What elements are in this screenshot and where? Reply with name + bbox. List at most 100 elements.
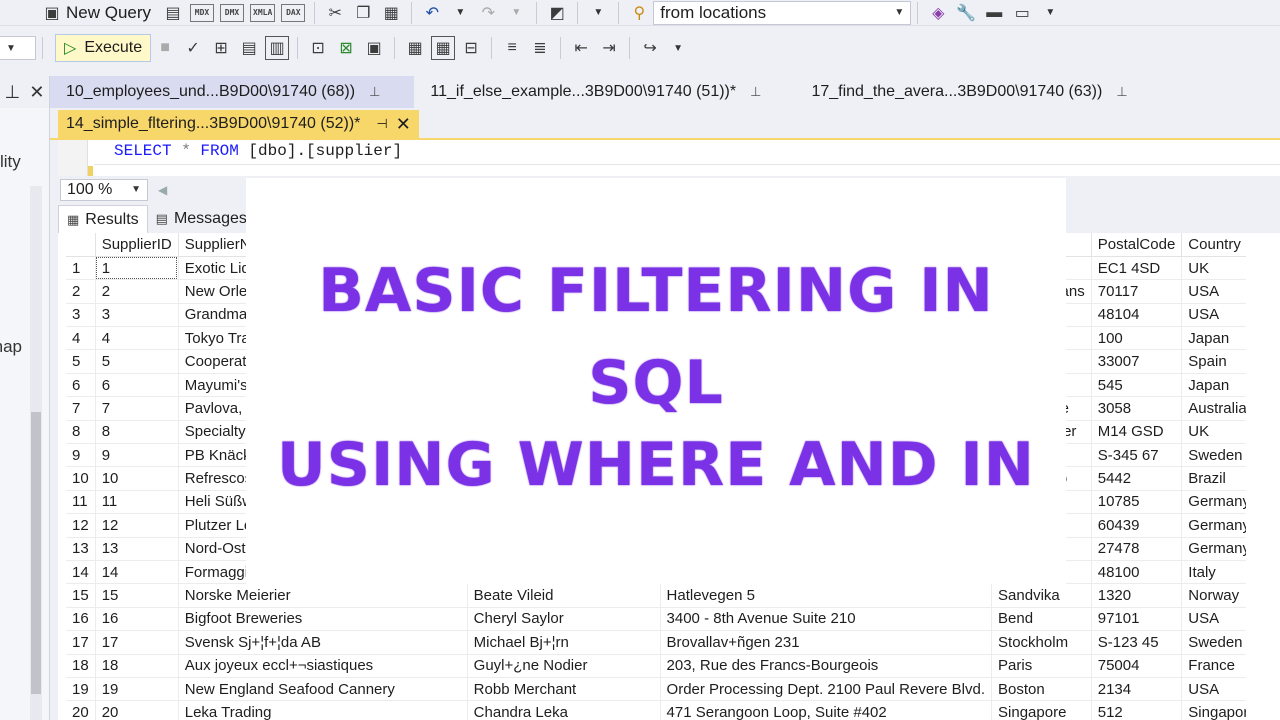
tab-results[interactable]: ▦ Results	[58, 205, 148, 233]
row-number-cell[interactable]: 20	[66, 700, 96, 720]
table-cell[interactable]: 11	[95, 490, 179, 515]
stop-icon[interactable]: ■	[153, 36, 177, 60]
table-cell[interactable]: Cheryl Saylor	[467, 607, 661, 632]
find-combo[interactable]: from locations ▼	[653, 0, 912, 25]
table-cell[interactable]: 14	[95, 560, 179, 585]
table-row[interactable]: 18 18 Aux joyeux eccl+¬siastiques Guyl+¿ne …	[66, 654, 1246, 678]
chevron-down-icon[interactable]: ▼	[894, 7, 904, 18]
table-cell[interactable]: Italy	[1181, 560, 1246, 585]
results-to-file-icon[interactable]: ▥	[265, 36, 290, 60]
table-cell[interactable]: 6	[95, 373, 179, 398]
row-number-cell[interactable]: 15	[66, 583, 96, 608]
close-icon[interactable]: ✕	[396, 114, 411, 135]
table-cell[interactable]: 3058	[1091, 396, 1183, 421]
toolbar-more-icon[interactable]: ▼	[666, 36, 690, 60]
table-cell[interactable]: 27478	[1091, 537, 1183, 561]
table-cell[interactable]: Bigfoot Breweries	[178, 607, 468, 632]
table-cell[interactable]: 48104	[1091, 303, 1183, 328]
table-cell[interactable]: Svensk Sj+¦f+¦da AB	[178, 630, 468, 655]
table-cell[interactable]: S-123 45	[1091, 630, 1183, 655]
visual-studio-icon[interactable]: ◈	[926, 1, 950, 25]
table-cell[interactable]: 545	[1091, 373, 1183, 398]
sql-code-line[interactable]: SELECT * FROM [dbo].[supplier]	[114, 142, 402, 160]
pin-icon[interactable]: ⊥	[750, 84, 761, 100]
grid-results-icon[interactable]: ▦	[431, 36, 456, 60]
table-cell[interactable]: 5442	[1091, 466, 1183, 491]
row-number-cell[interactable]: 7	[66, 396, 96, 421]
undo-icon[interactable]: ↶	[420, 1, 444, 25]
new-query-icon[interactable]: ▣	[40, 1, 64, 25]
activity-monitor-icon[interactable]: ◩	[545, 1, 569, 25]
table-cell[interactable]: 18	[95, 654, 179, 678]
row-number-cell[interactable]: 17	[66, 630, 96, 655]
table-cell[interactable]: France	[1181, 654, 1246, 678]
solution-config-dropdown-icon[interactable]: ▼	[586, 1, 610, 25]
table-cell[interactable]: Stockholm	[991, 630, 1092, 655]
table-cell[interactable]: 70117	[1091, 279, 1183, 304]
column-header[interactable]: Country	[1181, 233, 1246, 257]
table-cell[interactable]: Chandra Leka	[467, 700, 661, 720]
row-number-cell[interactable]: 9	[66, 443, 96, 468]
table-cell[interactable]: 8	[95, 420, 179, 445]
row-number-cell[interactable]: 18	[66, 654, 96, 678]
query-options-icon[interactable]: ⊞	[209, 36, 233, 60]
table-row[interactable]: 20 20 Leka Trading Chandra Leka 471 Serangoo…	[66, 700, 1246, 720]
redo-icon[interactable]: ↷	[476, 1, 500, 25]
database-combo[interactable]: ▼	[0, 36, 36, 60]
table-cell[interactable]: 1320	[1091, 583, 1183, 608]
scroll-left-icon[interactable]: ◀	[158, 183, 167, 197]
table-cell[interactable]: Guyl+¿ne Nodier	[467, 654, 661, 678]
uncomment-lines-icon[interactable]: ≣	[528, 36, 552, 60]
table-cell[interactable]: 5	[95, 349, 179, 374]
toolbar-more-icon[interactable]: ▼	[1038, 1, 1062, 25]
toolbox-icon[interactable]: ▬	[982, 1, 1006, 25]
table-cell[interactable]: 10785	[1091, 490, 1183, 515]
table-cell[interactable]: Germany	[1181, 513, 1246, 538]
row-number-cell[interactable]: 12	[66, 513, 96, 538]
xmla-query-button[interactable]: XMLA	[250, 3, 276, 22]
tab-simple-filtering-query[interactable]: 14_simple_fltering...3B9D00\91740 (52))*…	[58, 110, 419, 138]
table-cell[interactable]: 16	[95, 607, 179, 632]
table-cell[interactable]: 512	[1091, 700, 1183, 720]
table-cell[interactable]: Aux joyeux eccl+¬siastiques	[178, 654, 468, 678]
save-results-icon[interactable]: ⊟	[459, 36, 483, 60]
table-cell[interactable]: Bend	[991, 607, 1092, 632]
table-cell[interactable]: 2	[95, 279, 179, 304]
table-cell[interactable]: EC1 4SD	[1091, 256, 1183, 281]
pin-icon[interactable]: ⊥	[5, 82, 21, 103]
table-cell[interactable]: 75004	[1091, 654, 1183, 678]
table-cell[interactable]: Japan	[1181, 326, 1246, 351]
table-cell[interactable]: Australia	[1181, 396, 1246, 421]
table-cell[interactable]: 1	[95, 256, 179, 281]
table-cell[interactable]: Paris	[991, 654, 1092, 678]
table-cell[interactable]: Sweden	[1181, 630, 1246, 655]
tab-employees-query[interactable]: 10_employees_und...B9D00\91740 (68)) ⊥	[50, 76, 415, 108]
table-cell[interactable]: 203, Rue des Francs-Bourgeois	[660, 654, 993, 678]
table-cell[interactable]: M14 GSD	[1091, 420, 1183, 445]
live-stats-icon[interactable]: ▣	[362, 36, 386, 60]
dax-query-button[interactable]: DAX	[281, 3, 306, 22]
execute-button[interactable]: ▷ Execute	[55, 34, 152, 62]
zoom-combo[interactable]: 100 % ▼	[60, 178, 148, 201]
query-editor[interactable]: SELECT * FROM [dbo].[supplier]	[58, 140, 1280, 176]
table-cell[interactable]: UK	[1181, 256, 1246, 281]
table-row[interactable]: 17 17 Svensk Sj+¦f+¦da AB Michael Bj+¦rn Bro…	[66, 630, 1246, 655]
row-number-cell[interactable]: 5	[66, 349, 96, 374]
table-cell[interactable]: USA	[1181, 677, 1246, 702]
table-cell[interactable]: UK	[1181, 420, 1246, 445]
table-cell[interactable]: Singapore	[991, 700, 1092, 720]
column-header[interactable]: PostalCode	[1091, 233, 1183, 257]
table-cell[interactable]: Michael Bj+¦rn	[467, 630, 661, 655]
table-cell[interactable]: Boston	[991, 677, 1092, 702]
table-cell[interactable]: USA	[1181, 303, 1246, 328]
row-number-cell[interactable]: 13	[66, 537, 96, 561]
table-cell[interactable]: New England Seafood Cannery	[178, 677, 468, 702]
close-icon[interactable]: ✕	[29, 82, 44, 103]
table-cell[interactable]: Japan	[1181, 373, 1246, 398]
tab-find-average-query[interactable]: 17_find_the_avera...3B9D00\91740 (63)) ⊥	[795, 76, 1161, 108]
mdx-query-button[interactable]: MDX	[190, 3, 215, 22]
intellisense-icon[interactable]: ⊠	[334, 36, 358, 60]
redo-dropdown-icon[interactable]: ▼	[504, 1, 528, 25]
table-cell[interactable]: Germany	[1181, 490, 1246, 515]
increase-indent-icon[interactable]: ⇥	[597, 36, 621, 60]
